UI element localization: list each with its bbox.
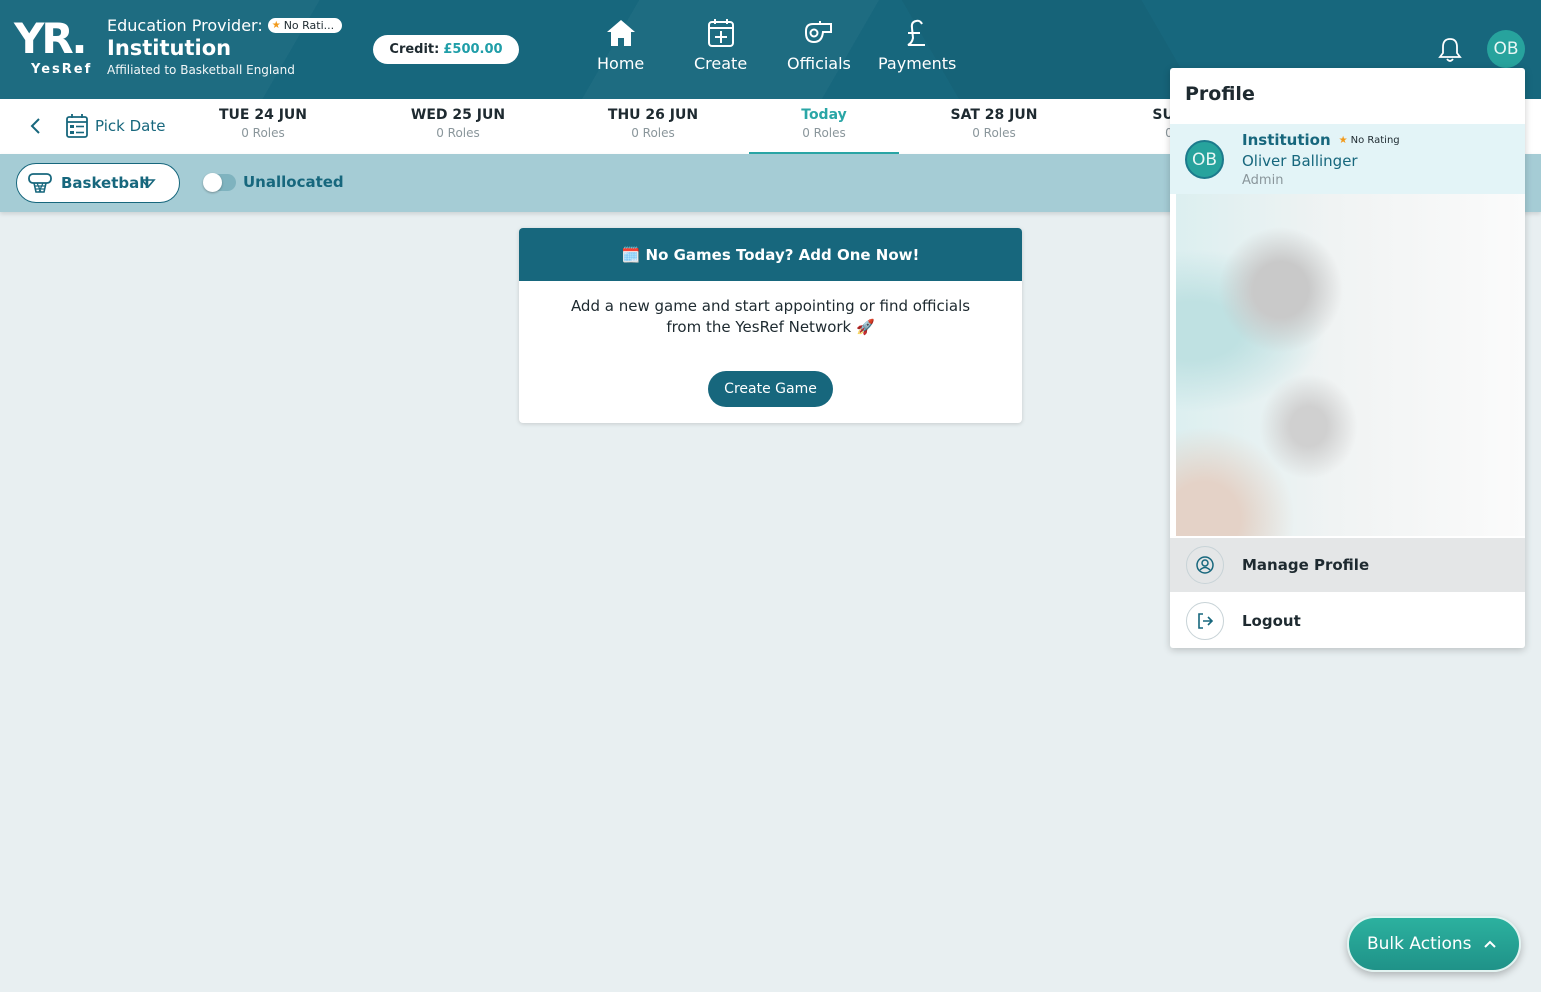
affiliation-text: Affiliated to Basketball England (107, 63, 295, 77)
provider-info: Education Provider: ★ No Rati... Institu… (107, 16, 343, 77)
chevron-up-icon (1484, 940, 1496, 948)
logout-label: Logout (1242, 612, 1301, 630)
day-tab-today[interactable]: Today 0 Roles (749, 107, 899, 154)
empty-card-line1: Add a new game and start appointing or f… (570, 297, 971, 315)
pick-date-label: Pick Date (95, 117, 166, 135)
nav-officials[interactable]: Officials (787, 18, 851, 73)
day-tab[interactable]: WED 25 JUN 0 Roles (383, 107, 533, 140)
day-roles: 0 Roles (241, 126, 285, 140)
logout-icon (1186, 602, 1224, 640)
unallocated-toggle[interactable] (203, 173, 236, 192)
nav-officials-label: Officials (787, 54, 851, 73)
empty-card-body: Add a new game and start appointing or f… (519, 281, 1022, 338)
day-tab[interactable]: THU 26 JUN 0 Roles (578, 107, 728, 140)
profile-user-role: Admin (1242, 173, 1284, 188)
bell-icon[interactable] (1437, 36, 1463, 64)
bulk-actions-label: Bulk Actions (1367, 934, 1472, 954)
user-circle-icon (1186, 546, 1224, 584)
sport-select-label: Basketball (61, 174, 150, 192)
sport-select[interactable]: Basketball (16, 163, 180, 203)
nav-home[interactable]: Home (597, 18, 644, 73)
empty-games-card: 🗓️ No Games Today? Add One Now! Add a ne… (519, 228, 1022, 423)
home-icon (606, 20, 635, 46)
rating-badge-text: No Rati... (283, 19, 335, 32)
logo-mark: YR. (14, 14, 88, 63)
profile-dropdown: Profile OB Institution ★ No Rating Oliver… (1170, 68, 1525, 648)
profile-institution: Institution ★ No Rating (1242, 131, 1400, 149)
profile-institution-name: Institution (1242, 131, 1331, 149)
profile-title: Profile (1185, 83, 1255, 105)
rating-badge: ★ No Rati... (267, 18, 343, 33)
profile-avatar: OB (1185, 140, 1224, 179)
nav-payments[interactable]: Payments (878, 18, 956, 73)
profile-photo-blurred (1176, 194, 1525, 536)
manage-profile-item[interactable]: Manage Profile (1170, 538, 1525, 592)
profile-rating: ★ No Rating (1339, 135, 1400, 146)
day-roles: 0 Roles (802, 126, 846, 140)
star-icon: ★ (1338, 134, 1348, 146)
day-date: Today (801, 107, 847, 123)
credit-label: Credit: (389, 42, 440, 57)
calendar-icon (66, 114, 88, 138)
toggle-knob (203, 173, 222, 192)
credit-badge[interactable]: Credit: £500.00 (373, 35, 519, 64)
empty-card-line2: from the YesRef Network 🚀 (666, 318, 875, 336)
nav-create[interactable]: Create (694, 18, 747, 73)
nav-create-label: Create (694, 54, 748, 73)
manage-profile-label: Manage Profile (1242, 556, 1370, 574)
logo-brand: YesRef (31, 62, 93, 77)
create-game-button[interactable]: Create Game (708, 371, 833, 407)
pick-date-button[interactable]: Pick Date (65, 113, 165, 139)
pound-icon (907, 19, 926, 46)
credit-amount: £500.00 (443, 42, 503, 57)
nav-home-label: Home (597, 54, 645, 73)
profile-user-name: Oliver Ballinger (1242, 152, 1358, 170)
user-avatar[interactable]: OB (1487, 30, 1525, 68)
yesref-logo[interactable]: YR. YesRef (14, 18, 94, 80)
unallocated-label: Unallocated (243, 173, 344, 191)
nav-payments-label: Payments (878, 54, 957, 73)
provider-label: Education Provider: (107, 16, 263, 35)
basketball-hoop-icon (28, 173, 52, 193)
day-roles: 0 Roles (631, 126, 675, 140)
day-tab[interactable]: TUE 24 JUN 0 Roles (188, 107, 338, 140)
day-date: SAT 28 JUN (950, 107, 1038, 123)
day-date: THU 26 JUN (607, 107, 699, 123)
profile-account-row[interactable]: OB Institution ★ No Rating Oliver Balling… (1170, 124, 1525, 194)
bulk-actions-button[interactable]: Bulk Actions (1347, 916, 1521, 972)
day-roles: 0 Roles (436, 126, 480, 140)
logout-item[interactable]: Logout (1170, 594, 1525, 648)
day-date: WED 25 JUN (410, 107, 506, 123)
whistle-icon (804, 21, 832, 44)
calendar-plus-icon (707, 19, 734, 47)
star-icon: ★ (271, 20, 281, 31)
chevron-left-icon[interactable] (26, 115, 46, 137)
empty-card-title: 🗓️ No Games Today? Add One Now! (519, 228, 1022, 281)
institution-name: Institution (107, 36, 232, 60)
day-date: TUE 24 JUN (218, 107, 307, 123)
day-tab[interactable]: SAT 28 JUN 0 Roles (919, 107, 1069, 140)
chevron-down-icon (140, 179, 156, 189)
profile-rating-text: No Rating (1350, 134, 1400, 146)
day-roles: 0 Roles (972, 126, 1016, 140)
